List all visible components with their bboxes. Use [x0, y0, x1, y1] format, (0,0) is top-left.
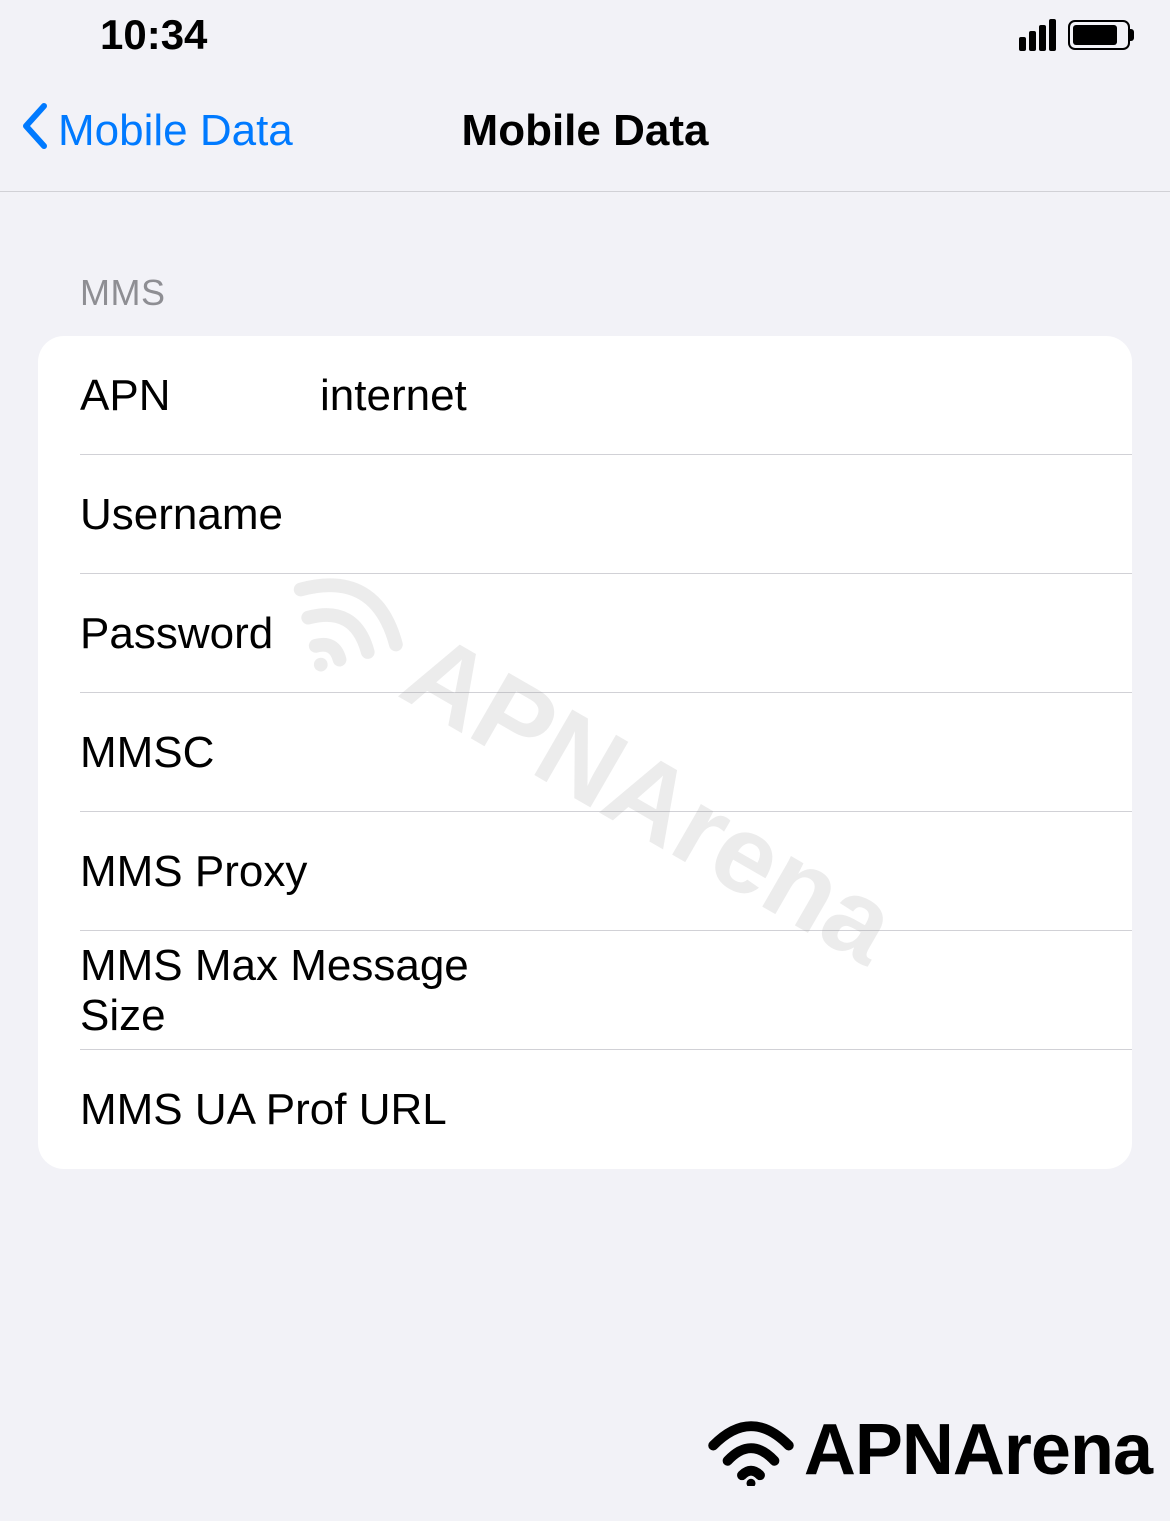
password-input[interactable]	[320, 609, 1132, 659]
mms-ua-prof-input[interactable]	[557, 1085, 1132, 1135]
back-label: Mobile Data	[58, 106, 293, 156]
content: MMS APN Username Password MMSC MMS Proxy	[0, 192, 1170, 1169]
status-bar: 10:34	[0, 0, 1170, 70]
mmsc-input[interactable]	[320, 728, 1132, 778]
row-label-mms-ua-prof: MMS UA Prof URL	[80, 1085, 557, 1135]
settings-row-mms-ua-prof[interactable]: MMS UA Prof URL	[38, 1050, 1132, 1169]
brand-text: APNArena	[804, 1409, 1152, 1491]
apn-input[interactable]	[320, 371, 1132, 421]
settings-row-apn[interactable]: APN	[38, 336, 1132, 455]
battery-icon	[1068, 20, 1130, 50]
settings-row-mms-max-size[interactable]: MMS Max Message Size	[38, 931, 1132, 1050]
wifi-icon	[706, 1414, 796, 1486]
row-label-username: Username	[80, 490, 320, 540]
nav-bar: Mobile Data Mobile Data	[0, 70, 1170, 192]
settings-row-password[interactable]: Password	[38, 574, 1132, 693]
username-input[interactable]	[320, 490, 1132, 540]
chevron-back-icon	[20, 102, 50, 159]
row-label-mms-max-size: MMS Max Message Size	[80, 941, 557, 1041]
settings-group: APN Username Password MMSC MMS Proxy MMS…	[38, 336, 1132, 1169]
settings-row-mms-proxy[interactable]: MMS Proxy	[38, 812, 1132, 931]
status-icons	[1019, 19, 1130, 51]
signal-icon	[1019, 19, 1056, 51]
row-label-password: Password	[80, 609, 320, 659]
bottom-brand: APNArena	[706, 1409, 1152, 1491]
nav-title: Mobile Data	[462, 106, 709, 156]
settings-row-username[interactable]: Username	[38, 455, 1132, 574]
row-label-mms-proxy: MMS Proxy	[80, 847, 320, 897]
row-label-apn: APN	[80, 371, 320, 421]
section-header: MMS	[38, 272, 1132, 314]
row-label-mmsc: MMSC	[80, 728, 320, 778]
settings-row-mmsc[interactable]: MMSC	[38, 693, 1132, 812]
mms-max-size-input[interactable]	[557, 966, 1132, 1016]
status-time: 10:34	[100, 11, 207, 59]
back-button[interactable]: Mobile Data	[20, 102, 293, 159]
mms-proxy-input[interactable]	[320, 847, 1132, 897]
